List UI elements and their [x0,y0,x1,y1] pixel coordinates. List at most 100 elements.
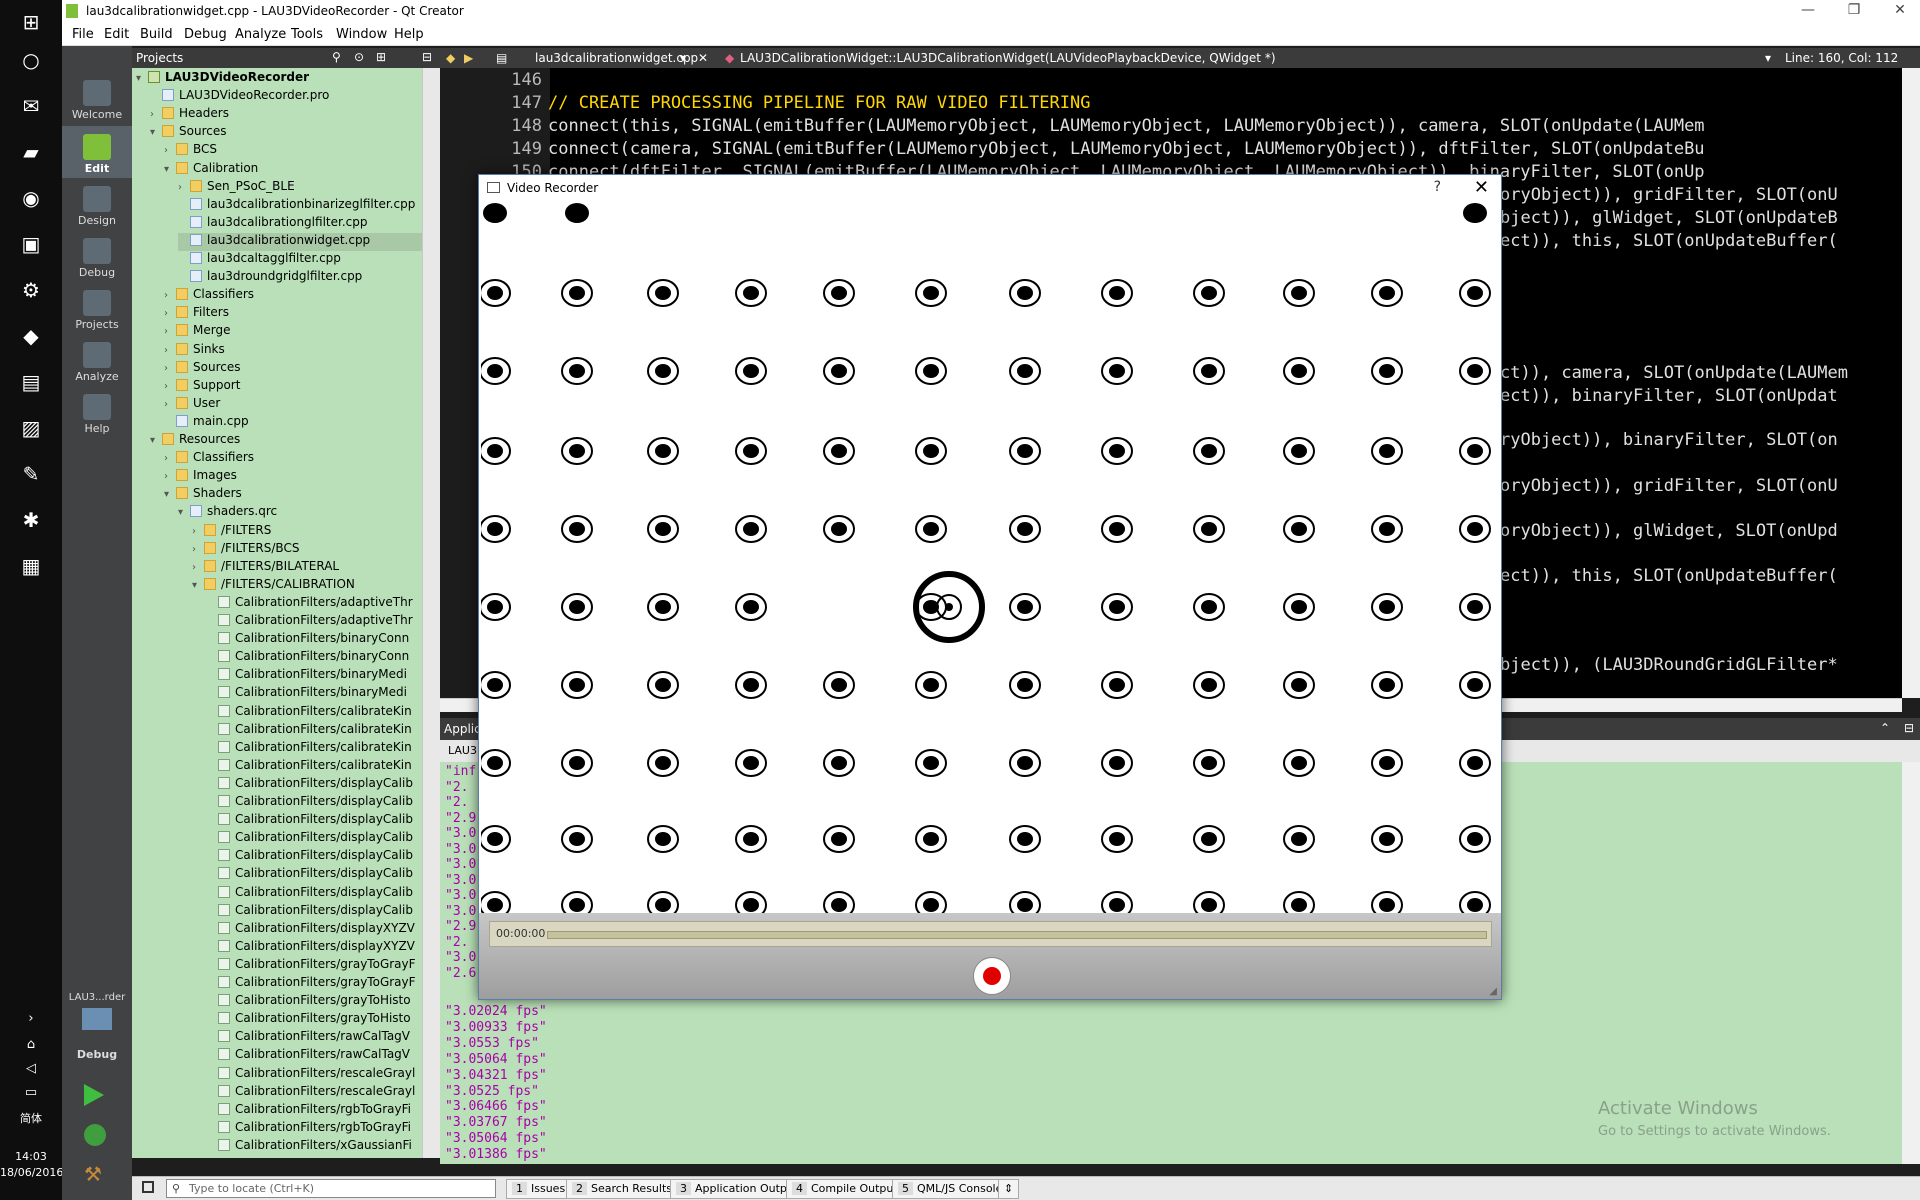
menu-window[interactable]: Window [336,27,387,42]
expand-arrow-icon[interactable]: ▾ [192,580,204,591]
tree-item[interactable]: CalibrationFilters/displayCalib [206,866,422,884]
build-hammer-icon[interactable]: ⚒ [84,1162,106,1186]
tree-item[interactable]: › User [164,396,422,414]
tree-item[interactable]: › Sources [164,360,422,378]
progress-slider[interactable] [547,931,1487,939]
menu-debug[interactable]: Debug [184,27,227,42]
tree-item[interactable]: ▾ Sources [150,124,422,142]
tree-item[interactable]: CalibrationFilters/calibrateKin [206,758,422,776]
cursor-position[interactable]: Line: 160, Col: 112 [1785,51,1898,65]
tree-item[interactable]: › Support [164,378,422,396]
tree-item[interactable]: › Merge [164,323,422,341]
clock-time[interactable]: 14:03 [0,1150,62,1163]
tree-item[interactable]: CalibrationFilters/adaptiveThr [206,613,422,631]
tree-item[interactable]: ▾ /FILTERS/CALIBRATION [192,577,422,595]
tree-item[interactable]: CalibrationFilters/grayToGrayF [206,975,422,993]
tree-item[interactable]: CalibrationFilters/displayCalib [206,903,422,921]
expand-arrow-icon[interactable]: ▾ [164,489,176,500]
tree-item[interactable]: ▾ Calibration [164,161,422,179]
windows-start-icon[interactable]: ⊞ [16,8,46,36]
dialog-close-icon[interactable]: ✕ [1474,177,1489,198]
symbol-dropdown-icon[interactable]: ▾ [1765,51,1771,65]
projects-title[interactable]: Projects [136,51,183,65]
tree-item[interactable]: › Headers [150,106,422,124]
tree-item[interactable]: › /FILTERS/BILATERAL [192,559,422,577]
tree-item[interactable]: CalibrationFilters/displayCalib [206,885,422,903]
photos-icon[interactable]: ▨ [16,414,46,442]
output-pane-issues[interactable]: 1 Issues [506,1179,572,1199]
tree-item[interactable]: › Filters [164,305,422,323]
video-display[interactable] [481,203,1501,913]
maximize-output-icon[interactable]: ⌃ [1880,721,1890,735]
output-run-tab[interactable]: LAU3 [448,744,477,757]
output-pane-compile-output[interactable]: 4 Compile Output [786,1179,904,1199]
expand-arrow-icon[interactable]: › [178,182,190,193]
expand-arrow-icon[interactable]: › [192,544,204,555]
tree-item[interactable]: lau3dcalibrationglfilter.cpp [178,215,422,233]
filter-icon[interactable]: ⚲ [332,50,341,64]
output-pane-search-results[interactable]: 2 Search Results [566,1179,679,1199]
qt-creator-icon[interactable]: ◆ [16,322,46,350]
expand-arrow-icon[interactable]: › [164,290,176,301]
more-panes-icon[interactable]: ⇕ [998,1179,1020,1199]
app-icon[interactable]: ▣ [16,230,46,258]
mode-welcome[interactable]: Welcome [62,72,132,124]
minimize-icon[interactable]: — [1788,2,1828,18]
tree-item[interactable]: CalibrationFilters/binaryConn [206,649,422,667]
run-icon[interactable] [84,1084,104,1106]
editor-vertical-scrollbar[interactable] [1902,68,1920,698]
split-icon[interactable]: ⊞ [376,50,386,64]
tree-item[interactable]: CalibrationFilters/grayToGrayF [206,957,422,975]
mode-edit[interactable]: Edit [62,126,132,178]
tree-item[interactable]: CalibrationFilters/rawCalTagV [206,1029,422,1047]
tree-item[interactable]: CalibrationFilters/binaryConn [206,631,422,649]
mode-debug[interactable]: Debug [62,230,132,282]
chrome-icon[interactable]: ◉ [16,184,46,212]
tree-item[interactable]: CalibrationFilters/displayCalib [206,812,422,830]
debug-run-icon[interactable] [84,1124,106,1146]
notification-icon[interactable]: ▭ [16,1078,46,1106]
tree-item[interactable]: CalibrationFilters/calibrateKin [206,740,422,758]
back-icon[interactable]: ◆ [446,51,455,65]
menu-tools[interactable]: Tools [291,27,323,42]
tree-item[interactable]: CalibrationFilters/calibrateKin [206,704,422,722]
video-recorder-taskbar-icon[interactable]: ▦ [16,552,46,580]
tree-item[interactable]: main.cpp [164,414,422,432]
tree-item[interactable]: ▾ Resources [150,432,422,450]
expand-arrow-icon[interactable]: › [164,453,176,464]
document-icon[interactable]: ▤ [16,368,46,396]
output-scrollbar[interactable] [1902,762,1920,1164]
tree-item[interactable]: › /FILTERS [192,523,422,541]
tree-item[interactable]: › Sen_PSoC_BLE [178,179,422,197]
restore-icon[interactable]: ❐ [1834,2,1874,18]
tree-item[interactable]: CalibrationFilters/binaryMedi [206,685,422,703]
expand-arrow-icon[interactable]: › [150,109,162,120]
tree-item[interactable]: › Classifiers [164,287,422,305]
tree-item[interactable]: › /FILTERS/BCS [192,541,422,559]
editor-file-tab[interactable]: lau3dcalibrationwidget.cpp [535,51,698,65]
output-pane-qml-console[interactable]: 5 QML/JS Console [892,1179,1009,1199]
file-explorer-icon[interactable]: ▰ [16,138,46,166]
kit-name[interactable]: LAU3...rder [62,992,132,1003]
expand-arrow-icon[interactable]: › [164,308,176,319]
tree-item[interactable]: CalibrationFilters/rawCalTagV [206,1047,422,1065]
resize-grip-icon[interactable]: ◢ [1489,986,1497,997]
expand-arrow-icon[interactable]: › [164,345,176,356]
mail-icon[interactable]: ✉ [16,92,46,120]
tree-item[interactable]: CalibrationFilters/rescaleGrayl [206,1066,422,1084]
expand-arrow-icon[interactable]: › [164,363,176,374]
menu-edit[interactable]: Edit [104,27,129,42]
tool-icon[interactable]: ✱ [16,506,46,534]
expand-arrow-icon[interactable]: ▾ [178,507,190,518]
close-panel-icon[interactable]: ⊟ [422,50,432,64]
tree-item[interactable]: › Classifiers [164,450,422,468]
ime-indicator[interactable]: 简体 [0,1110,62,1126]
expand-arrow-icon[interactable]: › [164,145,176,156]
tree-item[interactable]: CalibrationFilters/rescaleGrayl [206,1084,422,1102]
output-pane-application-output[interactable]: 3 Application Output [670,1179,805,1199]
tree-item[interactable]: CalibrationFilters/rgbToGrayFi [206,1120,422,1138]
expand-arrow-icon[interactable]: › [164,326,176,337]
tree-item[interactable]: ▾ Shaders [164,486,422,504]
kit-computer-icon[interactable] [82,1008,112,1030]
tree-item[interactable]: CalibrationFilters/binaryMedi [206,667,422,685]
